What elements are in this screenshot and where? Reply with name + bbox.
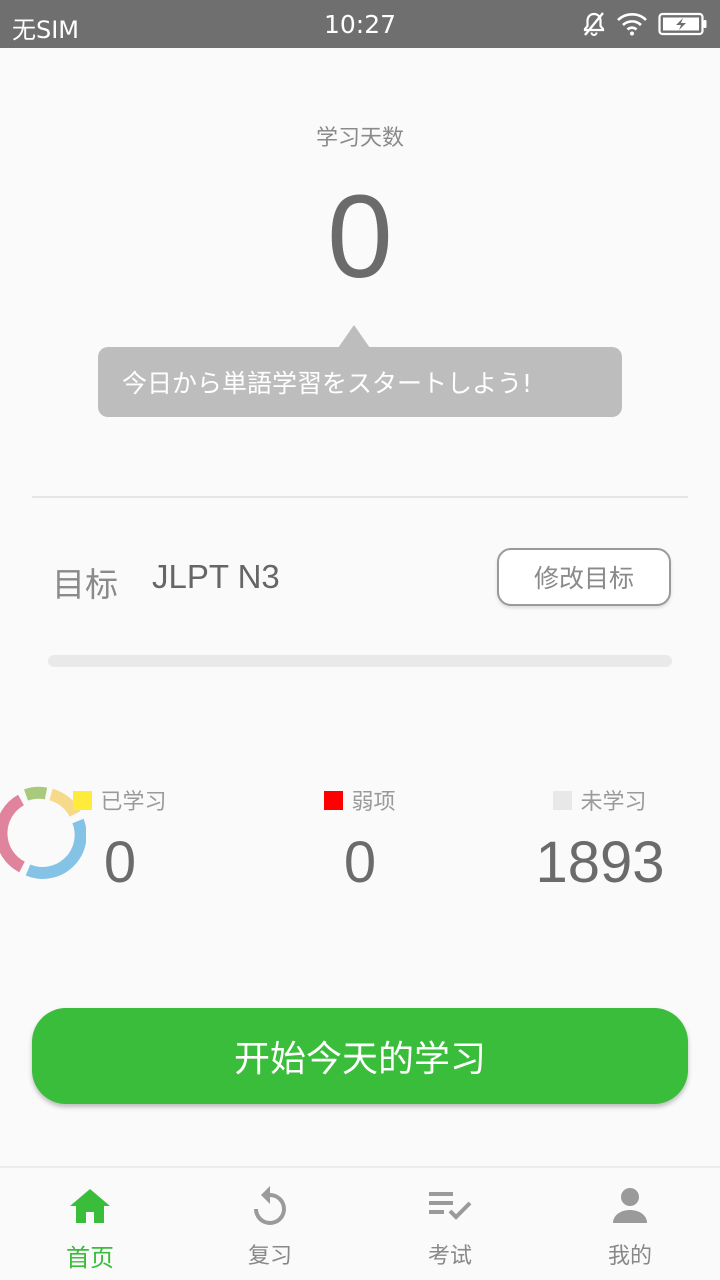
home-icon — [69, 1184, 111, 1228]
learned-swatch — [73, 790, 93, 810]
legend-unlearned: 未学习 — [520, 785, 680, 815]
tab-home-label: 首页 — [66, 1244, 114, 1272]
goal-value: JLPT N3 — [152, 558, 280, 595]
profile-icon — [612, 1184, 648, 1228]
tab-home[interactable]: 首页 — [0, 1168, 180, 1280]
exam-icon — [428, 1184, 472, 1228]
study-days-count: 0 — [327, 171, 393, 303]
tab-profile[interactable]: 我的 — [540, 1168, 720, 1280]
review-icon — [251, 1184, 289, 1228]
start-today-study-button[interactable]: 开始今天的学习 — [32, 1008, 688, 1104]
legend-weak: 弱项 — [300, 785, 420, 815]
legend-learned: 已学习 — [60, 785, 180, 815]
unlearned-swatch — [553, 790, 573, 810]
wifi-icon — [616, 12, 648, 36]
divider — [32, 496, 688, 498]
learned-count: 0 — [103, 830, 137, 895]
ring-segment-green — [23, 786, 48, 801]
weak-count: 0 — [343, 830, 377, 895]
tooltip-arrow — [338, 325, 370, 348]
stat-unlearned: 未学习 1893 — [520, 785, 680, 896]
stat-weak: 弱项 0 — [300, 785, 420, 896]
study-days-label: 学习天数 — [315, 126, 404, 151]
tab-exam[interactable]: 考试 — [360, 1168, 540, 1280]
start-hint-tooltip: 今日から単語学習をスタートしよう! — [98, 347, 622, 417]
learned-label: 已学习 — [100, 790, 167, 815]
battery-charging-icon — [658, 12, 708, 36]
tab-profile-label: 我的 — [607, 1244, 652, 1269]
tab-exam-label: 考试 — [427, 1244, 472, 1269]
tab-review[interactable]: 复习 — [180, 1168, 360, 1280]
mute-bell-icon — [582, 11, 606, 37]
tab-review-label: 复习 — [247, 1244, 292, 1269]
unlearned-count: 1893 — [535, 830, 665, 895]
bottom-tab-bar: 首页 复习 考试 我的 — [0, 1166, 720, 1280]
edit-goal-button[interactable]: 修改目标 — [497, 548, 671, 606]
ring-segment-pink — [0, 794, 26, 873]
stat-learned: 已学习 0 — [60, 785, 180, 896]
weak-label: 弱项 — [351, 790, 396, 815]
goal-label: 目标 — [52, 565, 118, 604]
goal-progress-bar — [48, 655, 672, 667]
status-icons — [582, 10, 708, 38]
status-bar: 无SIM 10:27 — [0, 0, 720, 48]
unlearned-label: 未学习 — [580, 790, 647, 815]
tooltip-text: 今日から単語学習をスタートしよう! — [122, 369, 533, 398]
weak-swatch — [324, 790, 344, 810]
